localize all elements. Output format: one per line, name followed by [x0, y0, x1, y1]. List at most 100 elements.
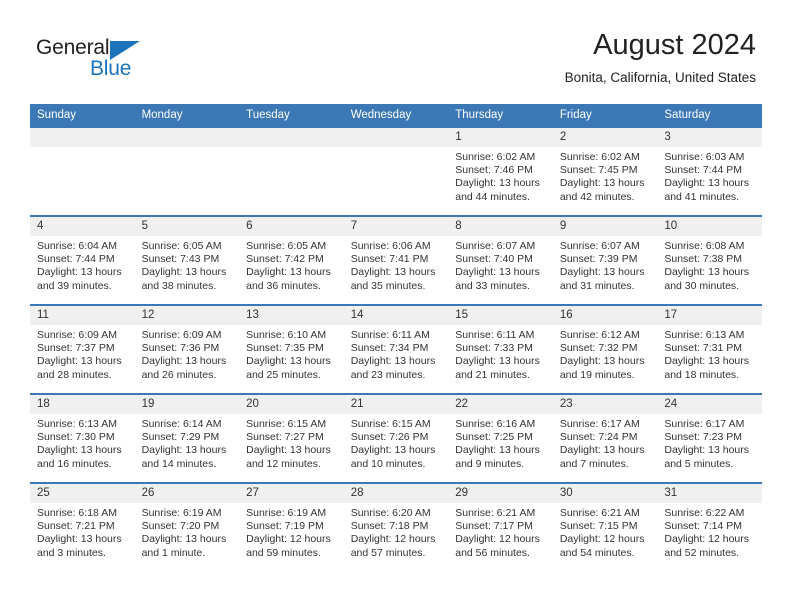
calendar-day-cell[interactable]: 13 Sunrise: 6:10 AM Sunset: 7:35 PM Dayligh… [239, 304, 344, 394]
calendar-day-cell[interactable]: 26 Sunrise: 6:19 AM Sunset: 7:20 PM Dayligh… [134, 482, 240, 571]
sunset-text: Sunset: 7:39 PM [559, 253, 638, 266]
day-number: 18 [30, 395, 135, 414]
sunrise-text: Sunrise: 6:15 AM [246, 418, 327, 430]
sunset-text: Sunset: 7:38 PM [664, 253, 743, 266]
sunrise-text: Sunrise: 6:13 AM [664, 329, 745, 341]
calendar-day-cell[interactable]: 8 Sunrise: 6:07 AM Sunset: 7:40 PM Daylight… [448, 215, 553, 305]
day-details: Sunrise: 6:05 AM Sunset: 7:42 PM Daylight:… [239, 236, 344, 293]
calendar-day-cell[interactable]: 15 Sunrise: 6:11 AM Sunset: 7:33 PM Dayligh… [448, 304, 553, 394]
daylight-text: Daylight: 13 hours and 9 minutes. [455, 444, 540, 470]
day-number: 13 [239, 306, 344, 325]
day-number: 1 [448, 128, 553, 147]
day-details: Sunrise: 6:04 AM Sunset: 7:44 PM Daylight:… [30, 236, 135, 293]
calendar-day-cell[interactable]: 19 Sunrise: 6:14 AM Sunset: 7:29 PM Dayligh… [134, 393, 240, 483]
calendar-week-row: 1 Sunrise: 6:02 AM Sunset: 7:46 PM Daylight… [30, 126, 762, 216]
general-blue-logo[interactable]: General Blue [36, 36, 166, 84]
day-details: Sunrise: 6:16 AM Sunset: 7:25 PM Daylight:… [448, 414, 553, 471]
sunset-text: Sunset: 7:18 PM [350, 520, 429, 533]
sunrise-text: Sunrise: 6:10 AM [246, 329, 327, 341]
day-details: Sunrise: 6:15 AM Sunset: 7:26 PM Daylight:… [344, 414, 449, 471]
calendar-day-cell[interactable]: 11 Sunrise: 6:09 AM Sunset: 7:37 PM Dayligh… [30, 304, 135, 394]
calendar-day-cell[interactable]: 23 Sunrise: 6:17 AM Sunset: 7:24 PM Dayligh… [552, 393, 658, 483]
sunrise-text: Sunrise: 6:21 AM [559, 507, 640, 519]
day-details: Sunrise: 6:02 AM Sunset: 7:46 PM Daylight:… [448, 147, 553, 204]
day-details: Sunrise: 6:15 AM Sunset: 7:27 PM Daylight:… [239, 414, 344, 471]
day-details: Sunrise: 6:07 AM Sunset: 7:39 PM Daylight:… [553, 236, 658, 293]
calendar-day-cell[interactable]: 22 Sunrise: 6:16 AM Sunset: 7:25 PM Dayligh… [448, 393, 553, 483]
day-details: Sunrise: 6:02 AM Sunset: 7:45 PM Daylight:… [553, 147, 658, 204]
day-number: 16 [552, 306, 658, 325]
calendar-day-cell[interactable]: 2 Sunrise: 6:02 AM Sunset: 7:45 PM Daylight… [552, 126, 658, 216]
calendar-day-cell[interactable]: 20 Sunrise: 6:15 AM Sunset: 7:27 PM Dayligh… [239, 393, 344, 483]
calendar-day-cell[interactable]: 25 Sunrise: 6:18 AM Sunset: 7:21 PM Dayligh… [30, 482, 135, 571]
sunrise-text: Sunrise: 6:04 AM [37, 240, 117, 252]
calendar-day-cell[interactable]: 21 Sunrise: 6:15 AM Sunset: 7:26 PM Dayligh… [343, 393, 449, 483]
weekday-header-wednesday: Wednesday [343, 104, 449, 127]
day-number [239, 128, 344, 147]
daylight-text: Daylight: 13 hours and 14 minutes. [141, 444, 227, 470]
daylight-text: Daylight: 13 hours and 38 minutes. [141, 266, 227, 292]
calendar-day-cell[interactable]: 27 Sunrise: 6:19 AM Sunset: 7:19 PM Dayligh… [239, 482, 344, 571]
calendar-day-cell[interactable]: 9 Sunrise: 6:07 AM Sunset: 7:39 PM Daylight… [552, 215, 658, 305]
calendar-day-cell[interactable]: 28 Sunrise: 6:20 AM Sunset: 7:18 PM Dayligh… [343, 482, 449, 571]
daylight-text: Daylight: 13 hours and 36 minutes. [246, 266, 331, 292]
sunrise-text: Sunrise: 6:22 AM [664, 507, 745, 519]
day-number: 23 [552, 395, 658, 414]
calendar-day-cell[interactable]: 16 Sunrise: 6:12 AM Sunset: 7:32 PM Dayligh… [552, 304, 658, 394]
sunset-text: Sunset: 7:27 PM [246, 431, 324, 444]
day-details: Sunrise: 6:17 AM Sunset: 7:23 PM Daylight:… [657, 414, 762, 471]
sunrise-text: Sunrise: 6:02 AM [455, 151, 536, 163]
sunrise-text: Sunrise: 6:12 AM [559, 329, 640, 341]
sunrise-text: Sunrise: 6:14 AM [141, 418, 222, 430]
sunrise-text: Sunrise: 6:17 AM [664, 418, 745, 430]
daylight-text: Daylight: 13 hours and 44 minutes. [455, 177, 540, 203]
day-number: 20 [239, 395, 344, 414]
daylight-text: Daylight: 12 hours and 54 minutes. [559, 533, 645, 559]
calendar-day-cell[interactable]: 5 Sunrise: 6:05 AM Sunset: 7:43 PM Daylight… [134, 215, 240, 305]
calendar-day-cell[interactable]: 30 Sunrise: 6:21 AM Sunset: 7:15 PM Dayligh… [552, 482, 658, 571]
sunrise-text: Sunrise: 6:09 AM [141, 329, 222, 341]
day-details: Sunrise: 6:20 AM Sunset: 7:18 PM Daylight:… [344, 503, 449, 560]
day-number [30, 128, 135, 147]
sunset-text: Sunset: 7:29 PM [141, 431, 220, 444]
daylight-text: Daylight: 13 hours and 33 minutes. [455, 266, 540, 292]
day-details: Sunrise: 6:12 AM Sunset: 7:32 PM Daylight:… [553, 325, 658, 382]
daylight-text: Daylight: 13 hours and 25 minutes. [246, 355, 331, 381]
sunrise-text: Sunrise: 6:19 AM [141, 507, 222, 519]
day-number: 2 [552, 128, 658, 147]
day-number: 8 [448, 217, 553, 236]
calendar-day-cell[interactable]: 29 Sunrise: 6:21 AM Sunset: 7:17 PM Dayligh… [448, 482, 553, 571]
sunset-text: Sunset: 7:33 PM [455, 342, 533, 355]
day-number: 22 [448, 395, 553, 414]
day-number: 11 [30, 306, 135, 325]
calendar-day-cell[interactable]: 6 Sunrise: 6:05 AM Sunset: 7:42 PM Daylight… [239, 215, 344, 305]
sunset-text: Sunset: 7:37 PM [37, 342, 115, 355]
calendar-day-cell[interactable]: 24 Sunrise: 6:17 AM Sunset: 7:23 PM Dayligh… [657, 393, 762, 483]
day-details: Sunrise: 6:13 AM Sunset: 7:31 PM Daylight:… [657, 325, 762, 382]
sunset-text: Sunset: 7:32 PM [559, 342, 638, 355]
sunset-text: Sunset: 7:20 PM [141, 520, 220, 533]
day-details: Sunrise: 6:03 AM Sunset: 7:44 PM Daylight:… [657, 147, 762, 204]
daylight-text: Daylight: 13 hours and 39 minutes. [37, 266, 122, 292]
calendar-day-cell[interactable]: 14 Sunrise: 6:11 AM Sunset: 7:34 PM Dayligh… [343, 304, 449, 394]
calendar-week-row: 25 Sunrise: 6:18 AM Sunset: 7:21 PM Dayligh… [30, 482, 762, 571]
calendar-day-cell[interactable]: 10 Sunrise: 6:08 AM Sunset: 7:38 PM Dayligh… [657, 215, 762, 305]
sunrise-text: Sunrise: 6:05 AM [246, 240, 327, 252]
calendar-day-cell[interactable]: 7 Sunrise: 6:06 AM Sunset: 7:41 PM Daylight… [343, 215, 449, 305]
calendar-day-cell[interactable]: 4 Sunrise: 6:04 AM Sunset: 7:44 PM Daylight… [30, 215, 135, 305]
sunset-text: Sunset: 7:17 PM [455, 520, 533, 533]
daylight-text: Daylight: 13 hours and 16 minutes. [37, 444, 122, 470]
calendar-day-cell[interactable]: 12 Sunrise: 6:09 AM Sunset: 7:36 PM Dayligh… [134, 304, 240, 394]
day-number: 15 [448, 306, 553, 325]
calendar-day-cell[interactable]: 31 Sunrise: 6:22 AM Sunset: 7:14 PM Dayligh… [657, 482, 762, 571]
day-number: 28 [343, 484, 449, 503]
day-details: Sunrise: 6:07 AM Sunset: 7:40 PM Daylight:… [448, 236, 553, 293]
calendar-day-cell-empty [134, 126, 240, 216]
calendar-day-cell[interactable]: 1 Sunrise: 6:02 AM Sunset: 7:46 PM Daylight… [448, 126, 553, 216]
daylight-text: Daylight: 13 hours and 5 minutes. [664, 444, 750, 470]
calendar-day-cell[interactable]: 3 Sunrise: 6:03 AM Sunset: 7:44 PM Daylight… [657, 126, 762, 216]
calendar-day-cell[interactable]: 18 Sunrise: 6:13 AM Sunset: 7:30 PM Dayligh… [30, 393, 135, 483]
daylight-text: Daylight: 13 hours and 7 minutes. [559, 444, 645, 470]
calendar-day-cell[interactable]: 17 Sunrise: 6:13 AM Sunset: 7:31 PM Dayligh… [657, 304, 762, 394]
daylight-text: Daylight: 12 hours and 56 minutes. [455, 533, 540, 559]
